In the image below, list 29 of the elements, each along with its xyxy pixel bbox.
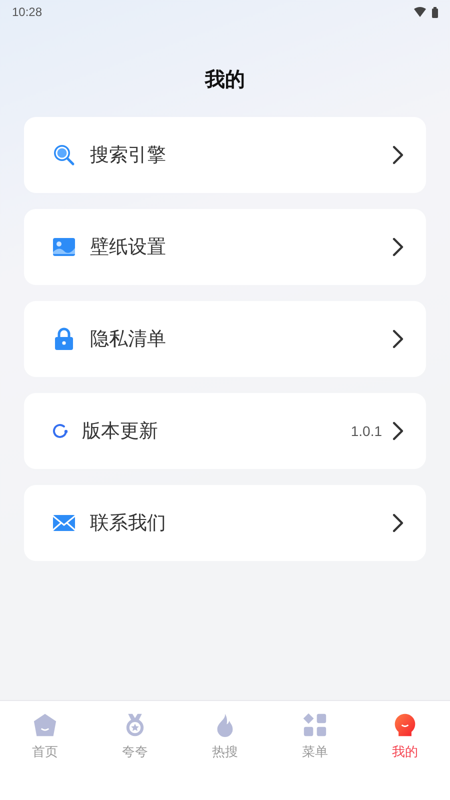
envelope-icon bbox=[52, 513, 76, 533]
menu-label: 版本更新 bbox=[82, 419, 159, 444]
page-title: 我的 bbox=[204, 66, 246, 93]
menu-item[interactable]: 联系我们 bbox=[24, 485, 426, 561]
grid-icon bbox=[302, 713, 328, 737]
chevron-right-icon bbox=[392, 421, 404, 441]
chevron-right-icon bbox=[392, 145, 404, 165]
tab-item[interactable]: 我的 bbox=[360, 713, 450, 761]
chevron-right-icon bbox=[392, 329, 404, 349]
avatar-icon bbox=[393, 713, 417, 737]
menu-item[interactable]: 版本更新 1.0.1 bbox=[24, 393, 426, 469]
battery-icon bbox=[432, 6, 438, 18]
version-text: 1.0.1 bbox=[350, 423, 382, 439]
chevron-right-icon bbox=[392, 513, 404, 533]
image-icon bbox=[52, 236, 76, 258]
lock-icon bbox=[53, 327, 75, 351]
menu-item[interactable]: 壁纸设置 bbox=[24, 209, 426, 285]
chevron-right-icon bbox=[392, 237, 404, 257]
refresh-icon bbox=[51, 422, 69, 440]
menu-label: 隐私清单 bbox=[90, 327, 167, 352]
menu-item[interactable]: 隐私清单 bbox=[24, 301, 426, 377]
status-time: 10:28 bbox=[12, 5, 42, 19]
wifi-icon bbox=[414, 7, 426, 17]
menu-label: 联系我们 bbox=[90, 511, 167, 536]
menu-label: 搜索引擎 bbox=[90, 143, 167, 168]
menu-label: 壁纸设置 bbox=[90, 235, 167, 260]
search-icon bbox=[52, 143, 76, 167]
pentagon-icon bbox=[32, 713, 58, 737]
menu-item[interactable]: 搜索引擎 bbox=[24, 117, 426, 193]
